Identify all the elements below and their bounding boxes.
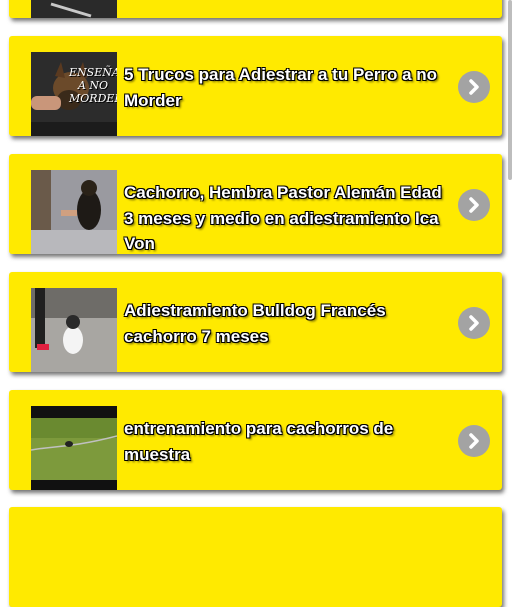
chevron-right-icon[interactable] — [458, 307, 490, 339]
video-card[interactable]: entrenamiento para cachorros de muestra — [9, 390, 502, 490]
video-title: Cachorro, Hembra Pastor Alemán Edad 3 me… — [124, 183, 442, 253]
video-title: entrenamiento para cachorros de muestra — [124, 419, 394, 464]
scrollbar[interactable] — [508, 0, 512, 180]
chevron-right-icon[interactable] — [458, 425, 490, 457]
thumbnail-caption: ENSEÑALE A NO MORDER — [69, 66, 117, 105]
video-card[interactable] — [9, 507, 502, 607]
video-title: 5 Trucos para Adiestrar a tu Perro a no … — [124, 65, 438, 110]
video-thumbnail — [31, 170, 117, 254]
video-card[interactable]: Cachorro, Hembra Pastor Alemán Edad 3 me… — [9, 154, 502, 254]
video-thumbnail — [31, 288, 117, 372]
video-card[interactable] — [9, 0, 502, 18]
video-thumbnail — [31, 0, 117, 18]
video-thumbnail — [31, 406, 117, 490]
chevron-right-icon[interactable] — [458, 71, 490, 103]
video-title: Adiestramiento Bulldog Francés cachorro … — [124, 301, 386, 346]
video-card[interactable]: Adiestramiento Bulldog Francés cachorro … — [9, 272, 502, 372]
video-card[interactable]: ENSEÑALE A NO MORDER 5 Trucos para Adies… — [9, 36, 502, 136]
chevron-right-icon[interactable] — [458, 189, 490, 221]
video-thumbnail: ENSEÑALE A NO MORDER — [31, 52, 117, 136]
